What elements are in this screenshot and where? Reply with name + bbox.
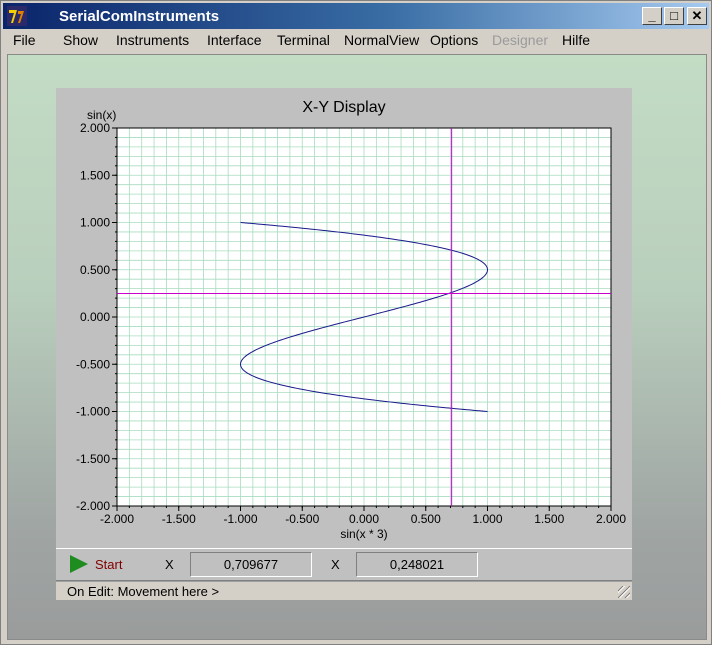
x-tick-label: -1.000 bbox=[223, 512, 257, 526]
y-tick-label: 0.500 bbox=[80, 263, 110, 277]
menu-designer: Designer bbox=[492, 32, 549, 48]
y-tick-label: -0.500 bbox=[76, 357, 110, 371]
y-label: X bbox=[331, 557, 340, 572]
x-label: X bbox=[165, 557, 174, 572]
status-bar: On Edit: Movement here > bbox=[56, 582, 632, 600]
title-bar[interactable]: SerialComInstruments _ □ ✕ bbox=[3, 3, 709, 29]
control-bar bbox=[56, 548, 632, 581]
x-tick-label: 0.500 bbox=[411, 512, 441, 526]
window-title: SerialComInstruments bbox=[59, 8, 220, 25]
menu-hilfe[interactable]: Hilfe bbox=[562, 32, 590, 48]
menu-normalview[interactable]: NormalView bbox=[344, 32, 419, 48]
y-tick-label: 1.000 bbox=[80, 216, 110, 230]
menu-terminal[interactable]: Terminal bbox=[277, 32, 330, 48]
close-button[interactable]: ✕ bbox=[687, 7, 707, 25]
y-tick-label: 2.000 bbox=[80, 121, 110, 135]
y-tick-label: -1.000 bbox=[76, 405, 110, 419]
y-tick-label: 1.500 bbox=[80, 168, 110, 182]
menu-show[interactable]: Show bbox=[63, 32, 98, 48]
y-value-field: 0,248021 bbox=[356, 552, 478, 577]
app-logo-icon bbox=[7, 6, 27, 26]
y-tick-label: -2.000 bbox=[76, 499, 110, 513]
maximize-button[interactable]: □ bbox=[664, 7, 684, 25]
xy-plot[interactable]: -2.000 -1.500 -1.000 -0.500 0.000 0.500 1.000 1… bbox=[56, 88, 632, 548]
start-label: Start bbox=[95, 557, 123, 572]
menu-options[interactable]: Options bbox=[430, 32, 478, 48]
x-value-field: 0,709677 bbox=[190, 552, 312, 577]
menu-bar: File Show Instruments Interface Terminal… bbox=[3, 29, 709, 51]
start-button[interactable]: Start bbox=[68, 555, 128, 575]
minimize-button[interactable]: _ bbox=[642, 7, 662, 25]
x-tick-label: 1.000 bbox=[472, 512, 502, 526]
menu-instruments[interactable]: Instruments bbox=[116, 32, 189, 48]
menu-file[interactable]: File bbox=[13, 32, 36, 48]
x-tick-label: 2.000 bbox=[596, 512, 626, 526]
x-tick-label: -1.500 bbox=[162, 512, 196, 526]
x-tick-label: 1.500 bbox=[534, 512, 564, 526]
menu-interface[interactable]: Interface bbox=[207, 32, 261, 48]
y-axis-label: sin(x) bbox=[87, 108, 116, 122]
resize-grip-icon[interactable] bbox=[618, 586, 630, 598]
x-tick-label: 0.000 bbox=[349, 512, 379, 526]
x-tick-label: -0.500 bbox=[285, 512, 319, 526]
play-icon bbox=[70, 555, 88, 573]
status-text: On Edit: Movement here > bbox=[67, 584, 220, 599]
x-axis-label: sin(x * 3) bbox=[340, 527, 387, 541]
y-tick-label: -1.500 bbox=[76, 452, 110, 466]
x-tick-label: -2.000 bbox=[100, 512, 134, 526]
y-tick-label: 0.000 bbox=[80, 310, 110, 324]
